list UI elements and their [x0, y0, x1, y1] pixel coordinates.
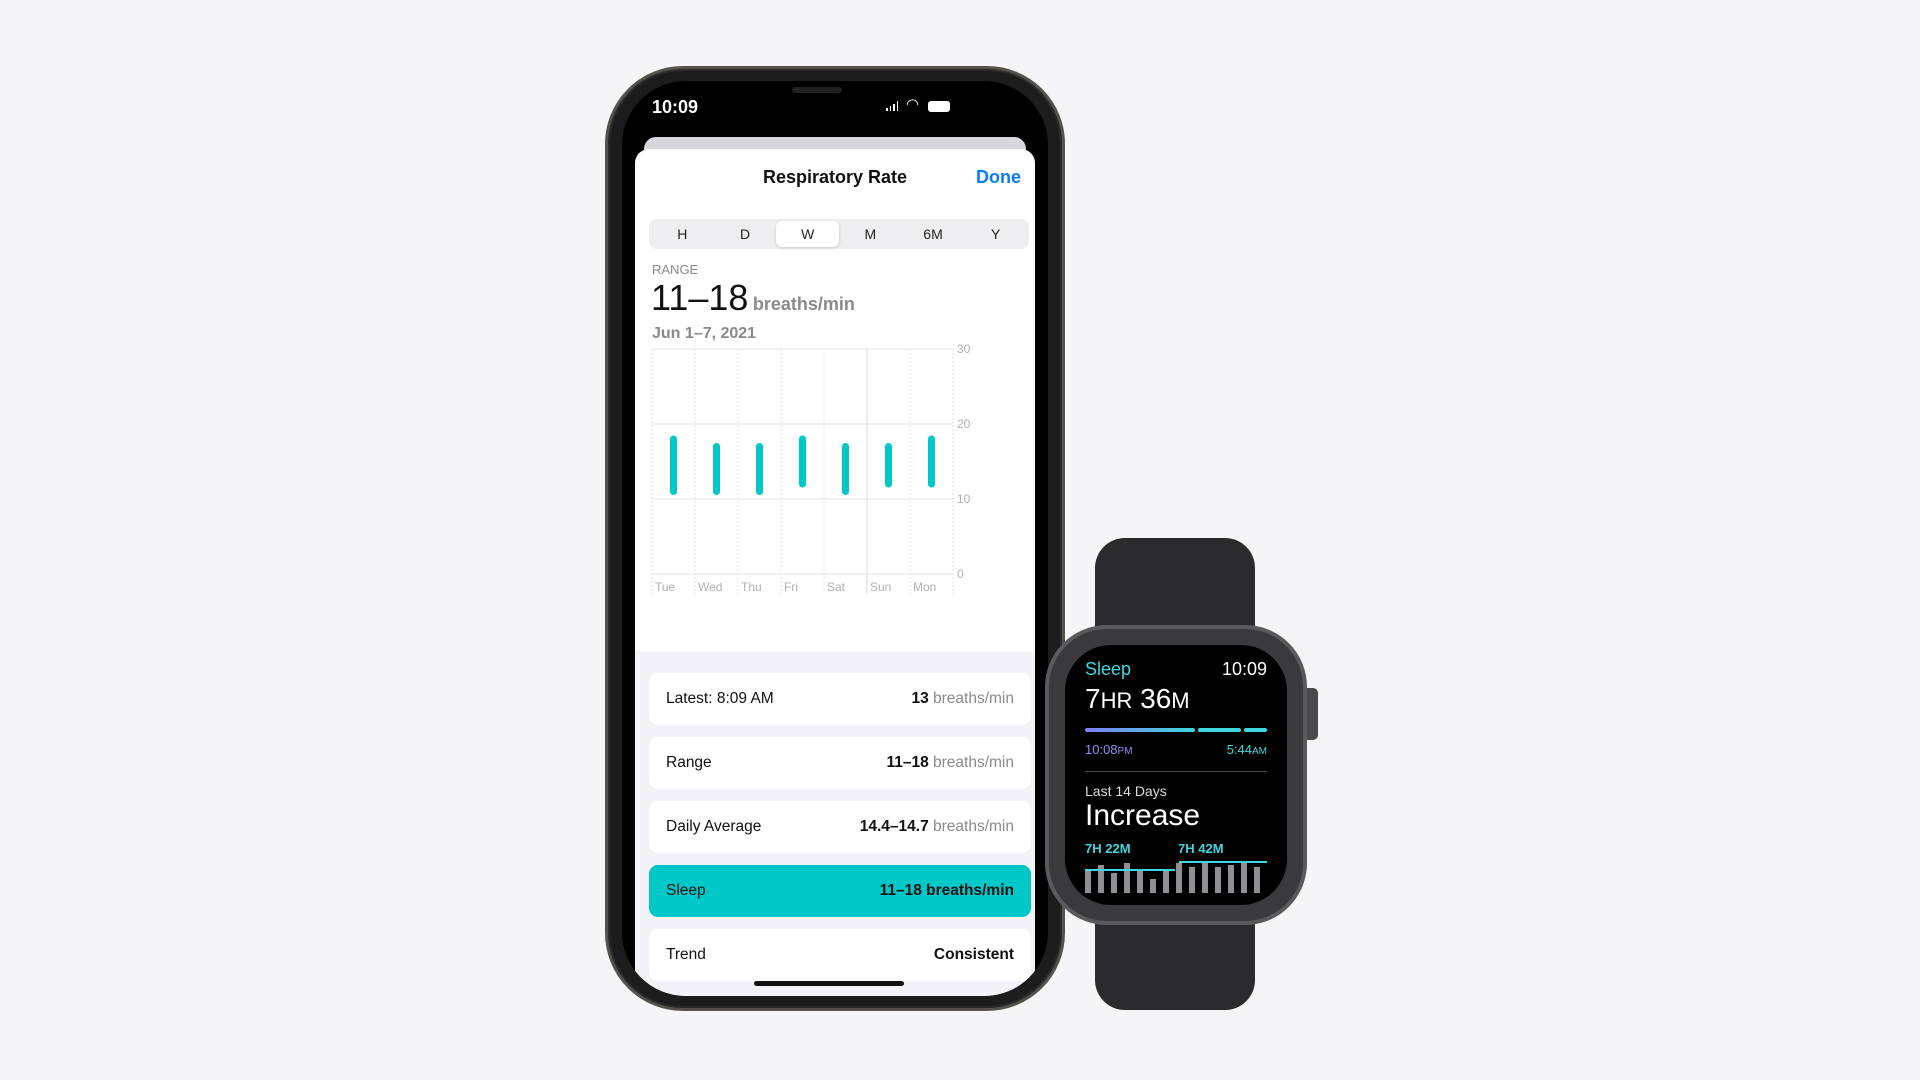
row-label: Trend [666, 946, 706, 963]
row-unit: breaths/min [933, 690, 1014, 707]
row-value: Consistent [933, 946, 1014, 963]
trend-bar [1111, 873, 1117, 893]
row-daily-average[interactable]: Daily Average 14.4–14.7 breaths/min [649, 801, 1031, 853]
divider [1085, 771, 1267, 772]
trend-bar [1228, 865, 1234, 893]
trend-bar [1176, 863, 1182, 893]
sleep-bar-segment [1244, 728, 1267, 732]
watch-time: 10:09 [1221, 659, 1267, 679]
signal-icon [886, 101, 898, 111]
speaker [792, 87, 842, 93]
trend-bar [1189, 867, 1195, 893]
iphone: 10:09 ◠ Respiratory Rate Done H D W M 6M… [605, 66, 1065, 1011]
row-value: 11–18 breaths/min [879, 882, 1014, 899]
avg-after: 7H 42M [1178, 841, 1224, 856]
trend-bar [1163, 869, 1169, 893]
range-label: RANGE [652, 262, 699, 277]
y-tick-label: 0 [957, 567, 964, 581]
trend-bar [1215, 867, 1221, 893]
x-tick-label: Sun [870, 580, 891, 594]
row-value: 13 [911, 690, 929, 707]
apple-watch: Sleep 10:09 7HR 36M 10:08PM 5:44AM Last … [1045, 625, 1307, 925]
y-tick-label: 30 [957, 342, 971, 356]
phone-screen: 10:09 ◠ Respiratory Rate Done H D W M 6M… [622, 81, 1048, 996]
range-summary: 11–18 breaths/min [651, 277, 855, 319]
row-value: 14.4–14.7 [859, 818, 929, 835]
period-label: Last 14 Days [1085, 783, 1167, 799]
x-tick-label: Wed [698, 580, 722, 594]
trend-bar [1241, 861, 1247, 893]
x-tick-label: Thu [741, 580, 762, 594]
minutes-unit: M [1171, 688, 1190, 713]
watch-band-top [1095, 538, 1255, 638]
done-button[interactable]: Done [976, 167, 1021, 188]
sleep-duration: 7HR 36M [1085, 683, 1190, 715]
row-label: Sleep [666, 882, 706, 899]
tab-y[interactable]: Y [964, 221, 1027, 247]
x-tick-label: Tue [655, 580, 676, 594]
sleep-bar-segment [1198, 728, 1241, 732]
tab-h[interactable]: H [651, 221, 714, 247]
x-tick-label: Fri [784, 580, 798, 594]
trend-bar [1137, 871, 1143, 893]
trend-label: Increase [1085, 799, 1201, 832]
status-time: 10:09 [652, 97, 699, 117]
trend-bar [1150, 879, 1156, 893]
row-sleep[interactable]: Sleep 11–18 breaths/min [649, 865, 1031, 917]
respiratory-rate-sheet: Respiratory Rate Done H D W M 6M Y RANGE… [635, 149, 1035, 996]
sleep-bar-segment [1085, 728, 1195, 732]
average-line [1179, 861, 1267, 863]
row-unit: breaths/min [933, 818, 1014, 835]
range-unit: breaths/min [752, 294, 855, 314]
trend-bar [1124, 863, 1130, 893]
wifi-icon: ◠ [906, 96, 920, 113]
minutes: 36 [1140, 683, 1172, 714]
home-indicator[interactable] [754, 981, 904, 986]
row-unit: breaths/min [933, 754, 1014, 771]
battery-icon [928, 101, 950, 112]
sleep-start: 10:08PM [1085, 742, 1133, 757]
x-tick-label: Sat [827, 580, 846, 594]
hours-unit: HR [1100, 688, 1133, 713]
row-value: 11–18 [886, 754, 929, 771]
y-tick-label: 20 [957, 417, 971, 431]
time-range-segmented-control: H D W M 6M Y [649, 219, 1029, 249]
trend-bar [1202, 863, 1208, 893]
hours: 7 [1085, 683, 1101, 714]
tab-6m[interactable]: 6M [902, 221, 965, 247]
tab-w[interactable]: W [776, 221, 840, 247]
tab-d[interactable]: D [714, 221, 777, 247]
watch-app-title: Sleep [1085, 659, 1132, 679]
watch-screen: Sleep 10:09 7HR 36M 10:08PM 5:44AM Last … [1065, 645, 1287, 905]
sleep-end: 5:44AM [1226, 742, 1267, 757]
respiratory-rate-chart: 0 10 20 30 Tue Wed Thu Fri Sat Sun Mon [651, 342, 971, 594]
trend-bar [1254, 867, 1260, 893]
avg-before: 7H 22M [1085, 841, 1131, 856]
x-tick-label: Mon [913, 580, 936, 594]
tab-m[interactable]: M [839, 221, 902, 247]
row-label: Daily Average [666, 818, 762, 835]
row-label: Latest: 8:09 AM [666, 690, 774, 707]
watch-band-bottom [1095, 910, 1255, 1010]
sleep-trend-bars [1085, 857, 1269, 893]
row-trend[interactable]: Trend Consistent [649, 929, 1031, 981]
row-latest[interactable]: Latest: 8:09 AM 13 breaths/min [649, 673, 1031, 725]
row-label: Range [666, 754, 712, 771]
y-tick-label: 10 [957, 492, 971, 506]
row-range[interactable]: Range 11–18 breaths/min [649, 737, 1031, 789]
range-value: 11–18 [651, 277, 749, 318]
average-line [1085, 869, 1175, 871]
trend-bar [1085, 871, 1091, 893]
page-title: Respiratory Rate [762, 167, 908, 187]
